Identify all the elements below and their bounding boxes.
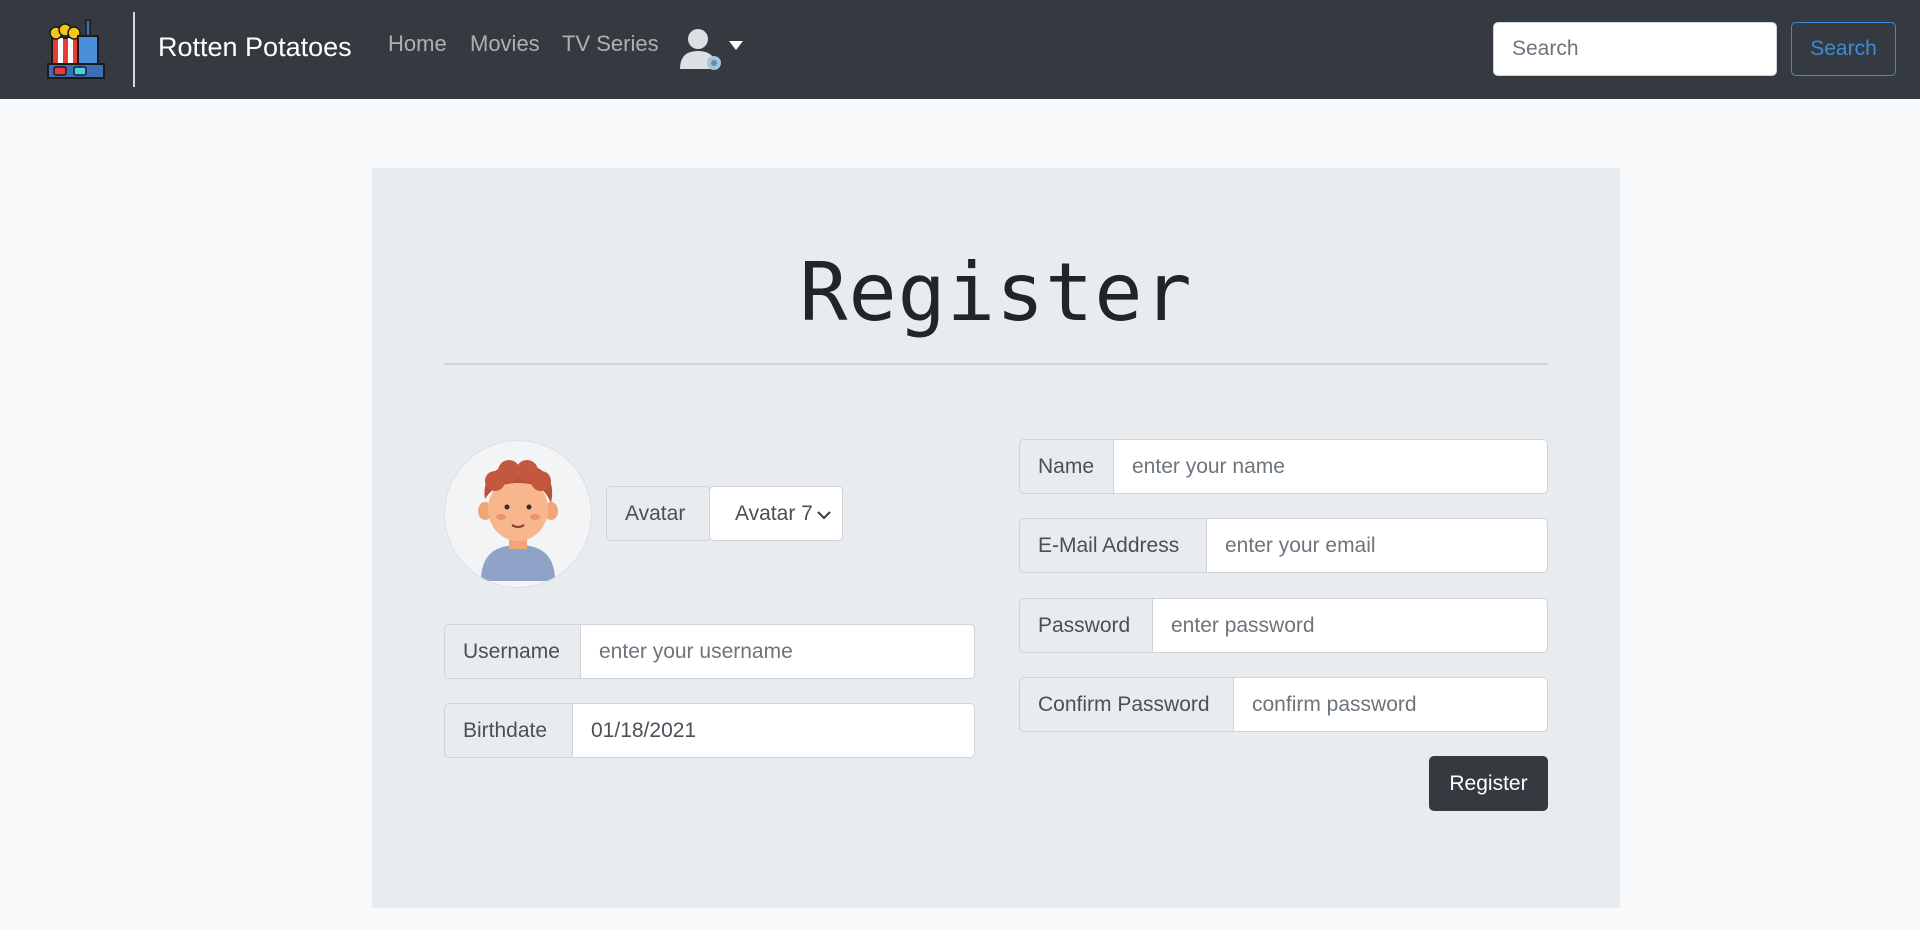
email-group: E-Mail Address enter your email [1019, 518, 1548, 573]
birthdate-label: Birthdate [444, 703, 573, 758]
search-input[interactable] [1493, 22, 1777, 76]
username-input[interactable]: enter your username [581, 624, 975, 679]
birthdate-input[interactable]: 01/18/2021 [573, 703, 975, 758]
confirm-password-group: Confirm Password confirm password [1019, 677, 1548, 732]
search-button[interactable]: Search [1791, 22, 1896, 76]
birthdate-group: Birthdate 01/18/2021 [444, 703, 975, 758]
chevron-down-icon [817, 511, 831, 520]
password-label: Password [1019, 598, 1153, 653]
confirm-password-label: Confirm Password [1019, 677, 1234, 732]
username-label: Username [444, 624, 581, 679]
password-input[interactable]: enter password [1153, 598, 1548, 653]
register-button[interactable]: Register [1429, 756, 1548, 811]
nav-link-home[interactable]: Home [388, 31, 447, 57]
title-divider [444, 363, 1548, 365]
brand-divider [133, 12, 135, 87]
name-input[interactable]: enter your name [1114, 439, 1548, 494]
name-label: Name [1019, 439, 1114, 494]
brand-name[interactable]: Rotten Potatoes [158, 32, 352, 63]
avatar-preview [444, 440, 592, 588]
popcorn-cinema-logo-icon[interactable] [46, 18, 108, 80]
caret-down-icon [729, 41, 743, 50]
user-menu-dropdown[interactable] [678, 25, 746, 73]
register-card: Register Avatar Avatar 7 Username enter … [372, 168, 1620, 908]
confirm-password-input[interactable]: confirm password [1234, 677, 1548, 732]
page-title: Register [799, 246, 1193, 339]
username-group: Username enter your username [444, 624, 975, 679]
email-input[interactable]: enter your email [1207, 518, 1548, 573]
email-label: E-Mail Address [1019, 518, 1207, 573]
nav-link-movies[interactable]: Movies [470, 31, 540, 57]
name-group: Name enter your name [1019, 439, 1548, 494]
avatar-select-value: Avatar 7 [735, 501, 813, 525]
nav-link-tv-series[interactable]: TV Series [562, 31, 659, 57]
avatar-select[interactable]: Avatar 7 [709, 486, 843, 541]
avatar-boy-icon [478, 460, 558, 581]
avatar-label: Avatar [606, 486, 711, 541]
password-group: Password enter password [1019, 598, 1548, 653]
navbar: Rotten Potatoes Home Movies TV Series Se… [0, 0, 1920, 99]
